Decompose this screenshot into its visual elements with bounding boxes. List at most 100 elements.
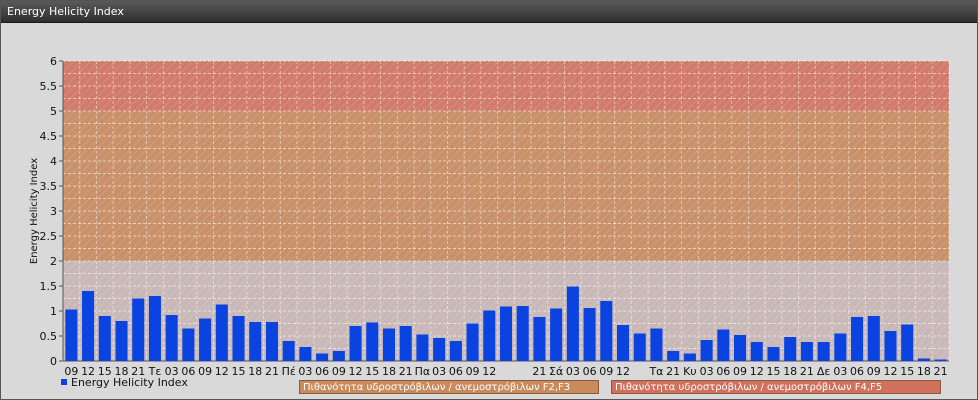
bar — [65, 309, 78, 361]
bar — [633, 333, 646, 361]
bar — [617, 325, 630, 361]
bar — [550, 308, 563, 361]
y-tick-label: 6 — [50, 55, 57, 68]
x-tick-label: 03 — [833, 365, 847, 378]
bar — [215, 304, 228, 361]
band-label-f4-f5: Πιθανότητα υδροστρόβιλων / ανεμοστρόβιλω… — [611, 380, 941, 394]
y-tick-label: 1.5 — [40, 280, 58, 293]
bar-chart: 0 0.5 1 1.5 2 2.5 3 3.5 4 4.5 5 5.5 6 Energy Helicity… — [29, 55, 950, 389]
bar — [416, 334, 429, 361]
x-tick-label: 06 — [449, 365, 463, 378]
bar — [433, 338, 446, 361]
x-tick-label: Τα — [648, 365, 663, 378]
bar — [399, 326, 412, 361]
bar — [901, 324, 914, 361]
x-tick-label: 09 — [466, 365, 480, 378]
x-tick-label: 21 — [265, 365, 279, 378]
y-tick-label: 5 — [50, 105, 57, 118]
bar — [667, 351, 680, 361]
bar — [583, 308, 596, 361]
bar — [817, 342, 830, 361]
x-tick-label: 15 — [766, 365, 780, 378]
bar — [132, 298, 145, 361]
x-tick-label: 03 — [700, 365, 714, 378]
bar — [867, 316, 880, 361]
x-tick-label: 18 — [783, 365, 797, 378]
y-tick-label: 3 — [50, 205, 57, 218]
bar — [282, 341, 295, 361]
x-tick-label: 21 — [666, 365, 680, 378]
band-label-f4-f5-text: Πιθανότητα υδροστρόβιλων / ανεμοστρόβιλω… — [615, 382, 883, 393]
bar — [600, 301, 613, 361]
bar — [851, 317, 864, 361]
bar — [683, 353, 696, 361]
y-axis-title: Energy Helicity Index — [29, 158, 40, 264]
x-tick-label: 03 — [566, 365, 580, 378]
bar — [199, 318, 212, 361]
y-tick-label: 4 — [50, 155, 57, 168]
x-tick-label: 09 — [733, 365, 747, 378]
x-tick-label: 12 — [482, 365, 496, 378]
bar — [148, 296, 161, 361]
band-label-f2-f3-text: Πιθανότητα υδροστρόβιλων / ανεμοστρόβιλω… — [303, 382, 571, 393]
bar — [516, 306, 529, 361]
bar — [750, 342, 763, 361]
y-tick-label: 2 — [50, 255, 57, 268]
x-tick-label: Κυ — [683, 365, 697, 378]
x-tick-label: 21 — [934, 365, 948, 378]
x-tick-label: 12 — [750, 365, 764, 378]
window-titlebar: Energy Helicity Index — [1, 1, 977, 23]
bar — [917, 358, 930, 361]
y-tick-label: 4.5 — [40, 130, 58, 143]
x-tick-label: 18 — [917, 365, 931, 378]
x-tick-label: 09 — [867, 365, 881, 378]
y-tick-label: 5.5 — [40, 80, 58, 93]
x-tick-label: 12 — [349, 365, 363, 378]
x-tick-label: Δε — [817, 365, 831, 378]
y-tick-label: 3.5 — [40, 180, 58, 193]
bar — [115, 321, 128, 361]
x-tick-label: 18 — [382, 365, 396, 378]
x-tick-label: Πα — [415, 365, 431, 378]
bar — [165, 315, 178, 361]
x-tick-label: Πέ — [282, 365, 296, 378]
x-tick-label: 18 — [248, 365, 262, 378]
x-tick-label: 06 — [315, 365, 329, 378]
x-tick-label: 06 — [583, 365, 597, 378]
bar — [784, 337, 797, 361]
bar — [650, 328, 663, 361]
x-tick-label: 15 — [900, 365, 914, 378]
bar — [800, 342, 813, 361]
y-tick-label: 0.5 — [40, 330, 58, 343]
bar — [382, 328, 395, 361]
x-tick-label: 12 — [215, 365, 229, 378]
y-tick-label: 0 — [50, 355, 57, 368]
bar — [366, 322, 379, 361]
x-tick-label: Σά — [549, 365, 563, 378]
x-tick-label: 21 — [800, 365, 814, 378]
bar — [934, 359, 947, 361]
bar — [700, 340, 713, 361]
x-tick-label: 15 — [232, 365, 246, 378]
bar — [82, 291, 95, 361]
bar — [566, 286, 579, 361]
band-label-f2-f3: Πιθανότητα υδροστρόβιλων / ανεμοστρόβιλω… — [299, 380, 599, 394]
x-tick-label: 09 — [599, 365, 613, 378]
legend-swatch — [61, 379, 67, 385]
bar — [483, 310, 496, 361]
bar — [499, 306, 513, 361]
y-tick-label: 1 — [50, 305, 57, 318]
x-tick-label: 12 — [616, 365, 630, 378]
x-tick-label: 09 — [332, 365, 346, 378]
bar — [299, 347, 312, 361]
chart-widget: Energy Helicity Index 0 0.5 1 1.5 2 2.5 3 3.5 4 4… — [0, 0, 978, 400]
bar — [767, 347, 780, 361]
legend-label: Energy Helicity Index — [71, 376, 188, 389]
bar — [182, 328, 195, 361]
bar — [332, 351, 345, 361]
x-tick-label: 03 — [432, 365, 446, 378]
x-tick-label: 06 — [850, 365, 864, 378]
bar — [98, 316, 111, 361]
bar — [249, 322, 262, 361]
bar — [449, 341, 462, 361]
